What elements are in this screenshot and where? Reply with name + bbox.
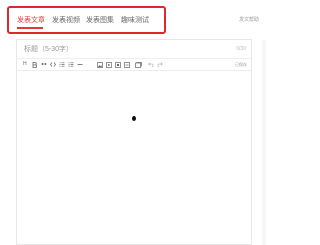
ordered-list-icon[interactable] [59,61,65,68]
tab-publish-gallery[interactable]: 发表图集 [86,16,114,25]
link-icon[interactable] [124,61,130,68]
title-row: 0/30 [17,40,251,59]
gallery-icon[interactable] [135,61,142,68]
bold-icon[interactable] [32,61,37,68]
undo-icon[interactable] [148,61,154,68]
image-icon[interactable] [97,61,103,68]
article-editor: 0/30 H [16,39,252,245]
audio-icon[interactable] [115,61,121,68]
mouse-cursor-dot [132,116,136,121]
tab-fun-quiz[interactable]: 趣味测试 [121,16,149,25]
tab-publish-article[interactable]: 发表文章 [17,16,45,25]
active-tab-underline [17,27,43,29]
editor-content-area[interactable] [17,71,251,245]
page-scrollbar[interactable] [262,40,266,245]
title-char-counter: 0/30 [236,46,246,52]
divider-icon[interactable] [77,61,83,68]
video-icon[interactable] [106,61,112,68]
code-icon[interactable] [50,61,56,68]
redo-icon[interactable] [157,61,163,68]
title-input[interactable] [24,44,204,54]
heading-icon[interactable]: H [23,61,27,68]
top-bar: 发表文章 发表视频 发表图集 趣味测试 发文帮助 [0,0,266,40]
save-status: 已保存 [235,62,247,67]
tab-publish-video[interactable]: 发表视频 [52,16,80,25]
help-link[interactable]: 发文帮助 [239,16,259,23]
unordered-list-icon[interactable] [68,61,74,68]
editor-toolbar: H 已保存 [17,59,251,71]
quote-icon[interactable] [41,61,47,68]
